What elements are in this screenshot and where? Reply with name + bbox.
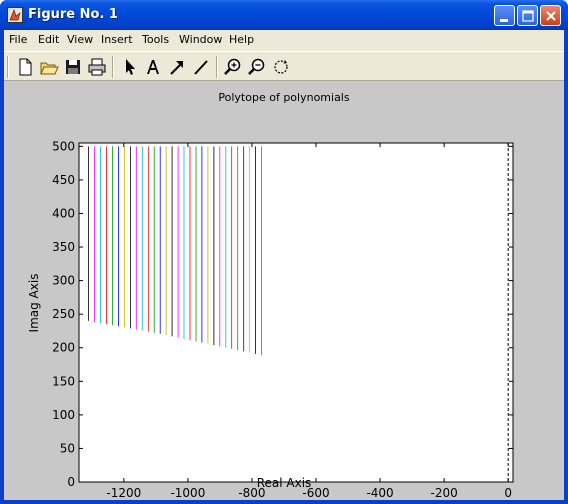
print-button[interactable] bbox=[86, 56, 108, 78]
menu-window[interactable]: Window bbox=[179, 33, 222, 46]
zoom-out-icon bbox=[248, 58, 265, 75]
print-icon bbox=[88, 58, 106, 76]
maximize-icon bbox=[522, 10, 534, 22]
window-border-bottom bbox=[0, 500, 568, 504]
open-folder-icon bbox=[40, 62, 59, 75]
close-button[interactable] bbox=[540, 5, 561, 26]
y-tick-label: 450 bbox=[52, 173, 75, 187]
toolbar-grip bbox=[7, 56, 9, 78]
rotate-icon bbox=[274, 60, 288, 74]
menu-insert[interactable]: Insert bbox=[101, 33, 133, 46]
save-button[interactable] bbox=[62, 56, 84, 78]
arrow-pointer-icon bbox=[126, 59, 135, 75]
figure-window: Figure No. 1 File Edit View Insert Tools bbox=[0, 0, 568, 504]
rotate-button[interactable] bbox=[270, 56, 292, 78]
figure-canvas[interactable]: Polytope of polynomials -1200 -1000 -800 -6… bbox=[4, 81, 564, 500]
open-folder-button[interactable] bbox=[38, 56, 60, 78]
minimize-button[interactable] bbox=[494, 5, 515, 26]
close-icon bbox=[546, 11, 556, 21]
maximize-button[interactable] bbox=[517, 5, 538, 26]
title-bar[interactable]: Figure No. 1 bbox=[0, 0, 568, 30]
menu-view[interactable]: View bbox=[67, 33, 93, 46]
zoom-in-button[interactable] bbox=[222, 56, 244, 78]
y-tick-label: 250 bbox=[52, 307, 75, 321]
menu-bar: File Edit View Insert Tools Window Help bbox=[4, 30, 564, 50]
minimize-icon bbox=[500, 19, 508, 22]
insert-line-button[interactable] bbox=[190, 56, 212, 78]
y-tick-label: 300 bbox=[52, 274, 75, 288]
toolbar-separator bbox=[112, 56, 114, 78]
axes-background bbox=[79, 143, 513, 482]
window-title: Figure No. 1 bbox=[28, 7, 118, 22]
x-axis-label: Real Axis bbox=[256, 476, 312, 490]
select-pointer-button[interactable] bbox=[118, 56, 140, 78]
y-axis-label: Imag Axis bbox=[27, 273, 41, 333]
new-file-icon bbox=[19, 58, 32, 76]
y-tick-label: 200 bbox=[52, 341, 75, 355]
insert-text-button[interactable] bbox=[142, 56, 164, 78]
client-area: File Edit View Insert Tools Window Help bbox=[4, 30, 564, 500]
y-tick-label: 100 bbox=[52, 408, 75, 422]
y-tick-label: 350 bbox=[52, 240, 75, 254]
zoom-in-icon bbox=[224, 58, 241, 75]
y-tick-label: 400 bbox=[52, 206, 75, 220]
polytope-plot[interactable]: -1200 -1000 -800 -600 -400 -200 00501001502002… bbox=[4, 81, 564, 500]
insert-arrow-button[interactable] bbox=[166, 56, 188, 78]
menu-file[interactable]: File bbox=[9, 33, 27, 46]
line-insert-icon bbox=[194, 60, 208, 75]
menu-tools[interactable]: Tools bbox=[142, 33, 169, 46]
menu-edit[interactable]: Edit bbox=[38, 33, 59, 46]
text-insert-icon bbox=[147, 60, 159, 74]
new-file-button[interactable] bbox=[14, 56, 36, 78]
save-icon bbox=[66, 60, 80, 74]
toolbar-separator bbox=[216, 56, 218, 78]
zoom-out-button[interactable] bbox=[246, 56, 268, 78]
toolbar bbox=[4, 51, 564, 81]
y-tick-label: 150 bbox=[52, 374, 75, 388]
arrow-insert-icon bbox=[170, 61, 183, 75]
y-tick-label: 50 bbox=[60, 441, 75, 455]
window-border-right bbox=[564, 30, 568, 504]
menu-help[interactable]: Help bbox=[229, 33, 254, 46]
y-tick-label: 500 bbox=[52, 139, 75, 153]
matlab-icon[interactable] bbox=[7, 7, 23, 23]
